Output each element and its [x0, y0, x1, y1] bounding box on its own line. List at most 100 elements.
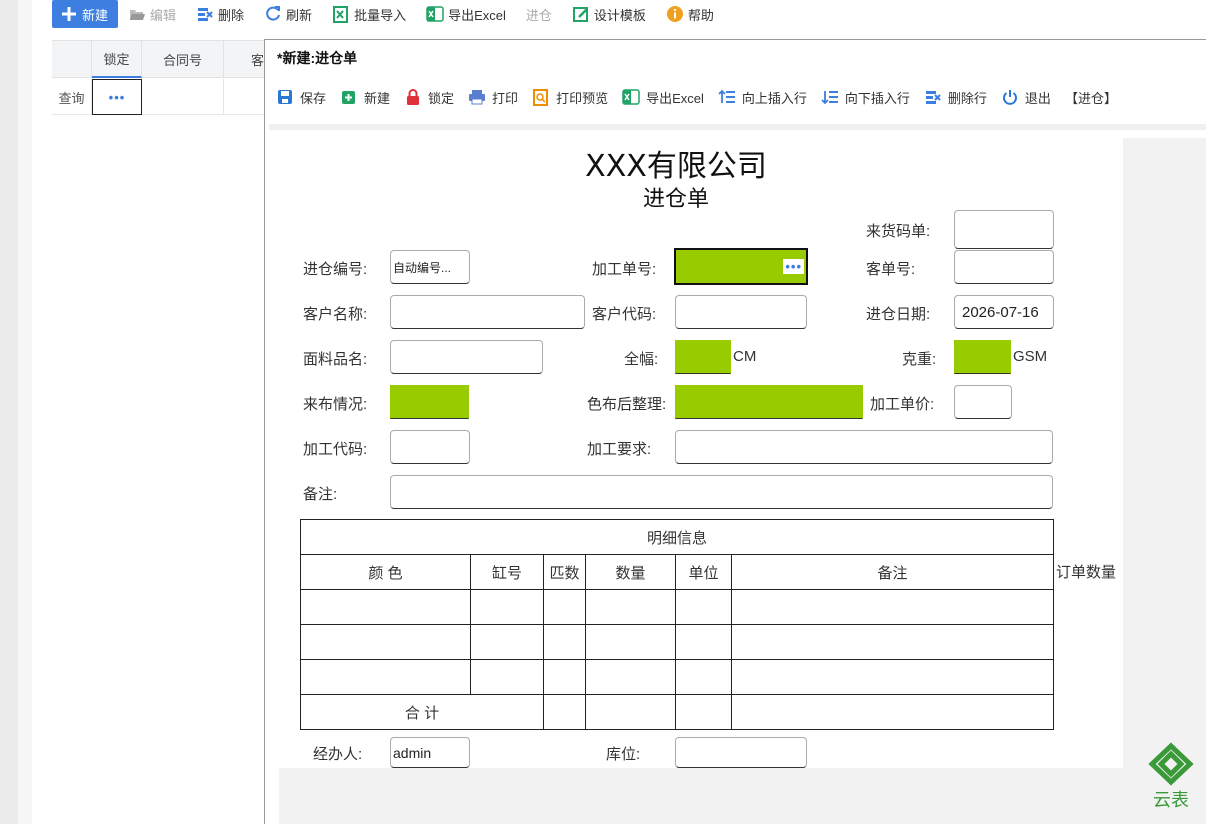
folder-open-icon — [128, 5, 146, 23]
stock-no-input[interactable]: 自动编号... — [390, 250, 470, 284]
batch-import-button[interactable]: 批量导入 — [322, 0, 416, 28]
finishing-input[interactable] — [675, 385, 863, 419]
process-no-input[interactable]: ••• — [674, 248, 808, 285]
customer-name-input[interactable] — [390, 295, 585, 329]
brand-logo: 云表 — [1146, 742, 1196, 812]
width-label: 全幅: — [624, 351, 659, 368]
brand-logo-text: 云表 — [1153, 790, 1189, 811]
remark-cell[interactable] — [731, 659, 1054, 695]
pieces-cell[interactable] — [543, 659, 586, 695]
remark-label: 备注: — [303, 486, 338, 503]
fabric-status-input[interactable] — [390, 385, 469, 419]
process-no-lookup-button[interactable]: ••• — [783, 259, 804, 274]
export-excel-label: 导出Excel — [448, 7, 506, 23]
fabric-status-label: 来布情况: — [303, 396, 368, 413]
contract-filter-cell[interactable] — [142, 79, 224, 115]
unit-cell[interactable] — [675, 659, 732, 695]
process-no-label: 加工单号: — [592, 261, 657, 278]
help-button-label: 帮助 — [687, 7, 714, 23]
quantity-cell[interactable] — [585, 589, 676, 625]
detail-table: 明细信息 颜 色 缸号 匹数 数量 单位 备注 合 计 — [300, 519, 1054, 730]
pieces-cell[interactable] — [543, 624, 586, 660]
handler-label: 经办人: — [313, 746, 363, 763]
customer-code-input[interactable] — [675, 295, 807, 329]
stock-in-button[interactable]: 进仓 — [516, 0, 562, 28]
fabric-name-input[interactable] — [390, 340, 543, 374]
color-cell[interactable] — [300, 589, 471, 625]
stock-date-input[interactable]: 2026-07-16 — [954, 295, 1054, 329]
stock-in-label: 进仓 — [525, 7, 552, 23]
stock-date-label: 进仓日期: — [866, 306, 931, 323]
unit-cell[interactable] — [675, 589, 732, 625]
remark-input[interactable] — [390, 475, 1053, 509]
process-code-label: 加工代码: — [303, 441, 368, 458]
width-unit: CM — [733, 348, 757, 365]
left-edge-panel — [0, 0, 18, 824]
color-header: 颜 色 — [300, 554, 471, 590]
grid-header-lock[interactable]: 锁定 — [92, 41, 142, 78]
stock-in-modal: *新建:进仓单 保存 新建 锁定 打印 打印预览 导出Excel 向上插入行 向… — [264, 39, 1206, 824]
remark-cell[interactable] — [731, 589, 1054, 625]
color-cell[interactable] — [300, 624, 471, 660]
vat-no-header: 缸号 — [470, 554, 544, 590]
delivery-code-input[interactable] — [954, 210, 1054, 249]
quantity-cell[interactable] — [585, 624, 676, 660]
design-edit-icon — [572, 5, 590, 23]
weight-unit: GSM — [1013, 348, 1048, 365]
excel-icon — [426, 5, 444, 23]
pieces-cell[interactable] — [543, 589, 586, 625]
design-template-label: 设计模板 — [593, 7, 646, 23]
customer-code-label: 客户代码: — [592, 306, 657, 323]
remark-cell[interactable] — [731, 624, 1054, 660]
total-quantity-cell — [585, 694, 676, 730]
quantity-cell[interactable] — [585, 659, 676, 695]
grid-query-row: 查询 ••• — [52, 79, 266, 115]
grid-header-contract[interactable]: 合同号 — [142, 41, 224, 78]
info-icon — [666, 5, 684, 23]
detail-remark-header: 备注 — [731, 554, 1054, 590]
unit-price-input[interactable] — [954, 385, 1012, 419]
customer-order-input[interactable] — [954, 250, 1054, 284]
grid-header: 锁定 合同号 客 — [52, 40, 266, 78]
design-template-button[interactable]: 设计模板 — [562, 0, 656, 28]
query-label: 查询 — [52, 79, 92, 115]
stock-in-form: XXX有限公司 进仓单 来货码单: 进仓编号: 自动编号... 加工单号: ••… — [265, 40, 1206, 824]
total-label: 合 计 — [300, 694, 544, 730]
plus-icon — [60, 5, 78, 23]
process-req-input[interactable] — [675, 430, 1053, 464]
left-edge-gutter — [18, 0, 32, 824]
vat-no-cell[interactable] — [470, 589, 544, 625]
edit-button[interactable]: 编辑 — [118, 0, 186, 28]
stock-no-label: 进仓编号: — [303, 261, 368, 278]
location-input[interactable] — [675, 737, 807, 768]
unit-cell[interactable] — [675, 624, 732, 660]
width-input[interactable] — [675, 340, 731, 374]
export-excel-button[interactable]: 导出Excel — [416, 0, 516, 28]
handler-input[interactable]: admin — [390, 737, 470, 768]
table-row — [300, 624, 1054, 660]
vat-no-cell[interactable] — [470, 659, 544, 695]
process-code-input[interactable] — [390, 430, 470, 464]
refresh-button[interactable]: 刷新 — [254, 0, 322, 28]
weight-input[interactable] — [954, 340, 1011, 374]
customer-filter-cell[interactable] — [224, 79, 266, 115]
customer-name-label: 客户名称: — [303, 306, 368, 323]
delete-button[interactable]: 删除 — [186, 0, 254, 28]
total-unit-cell — [675, 694, 732, 730]
brand-logo-mark: 云表 — [1148, 742, 1194, 811]
help-button[interactable]: 帮助 — [656, 0, 724, 28]
edit-button-label: 编辑 — [150, 7, 177, 23]
refresh-icon — [264, 5, 282, 23]
vat-no-cell[interactable] — [470, 624, 544, 660]
location-label: 库位: — [606, 746, 641, 763]
batch-import-label: 批量导入 — [354, 7, 407, 23]
delete-button-label: 删除 — [218, 7, 245, 23]
detail-header-row: 颜 色 缸号 匹数 数量 单位 备注 — [300, 554, 1054, 590]
refresh-button-label: 刷新 — [286, 7, 313, 23]
color-cell[interactable] — [300, 659, 471, 695]
table-row — [300, 659, 1054, 695]
lock-filter-cell[interactable]: ••• — [92, 79, 142, 115]
grid-header-customer[interactable]: 客 — [224, 41, 266, 78]
new-button[interactable]: 新建 — [52, 0, 119, 28]
finishing-label: 色布后整理: — [587, 396, 667, 413]
